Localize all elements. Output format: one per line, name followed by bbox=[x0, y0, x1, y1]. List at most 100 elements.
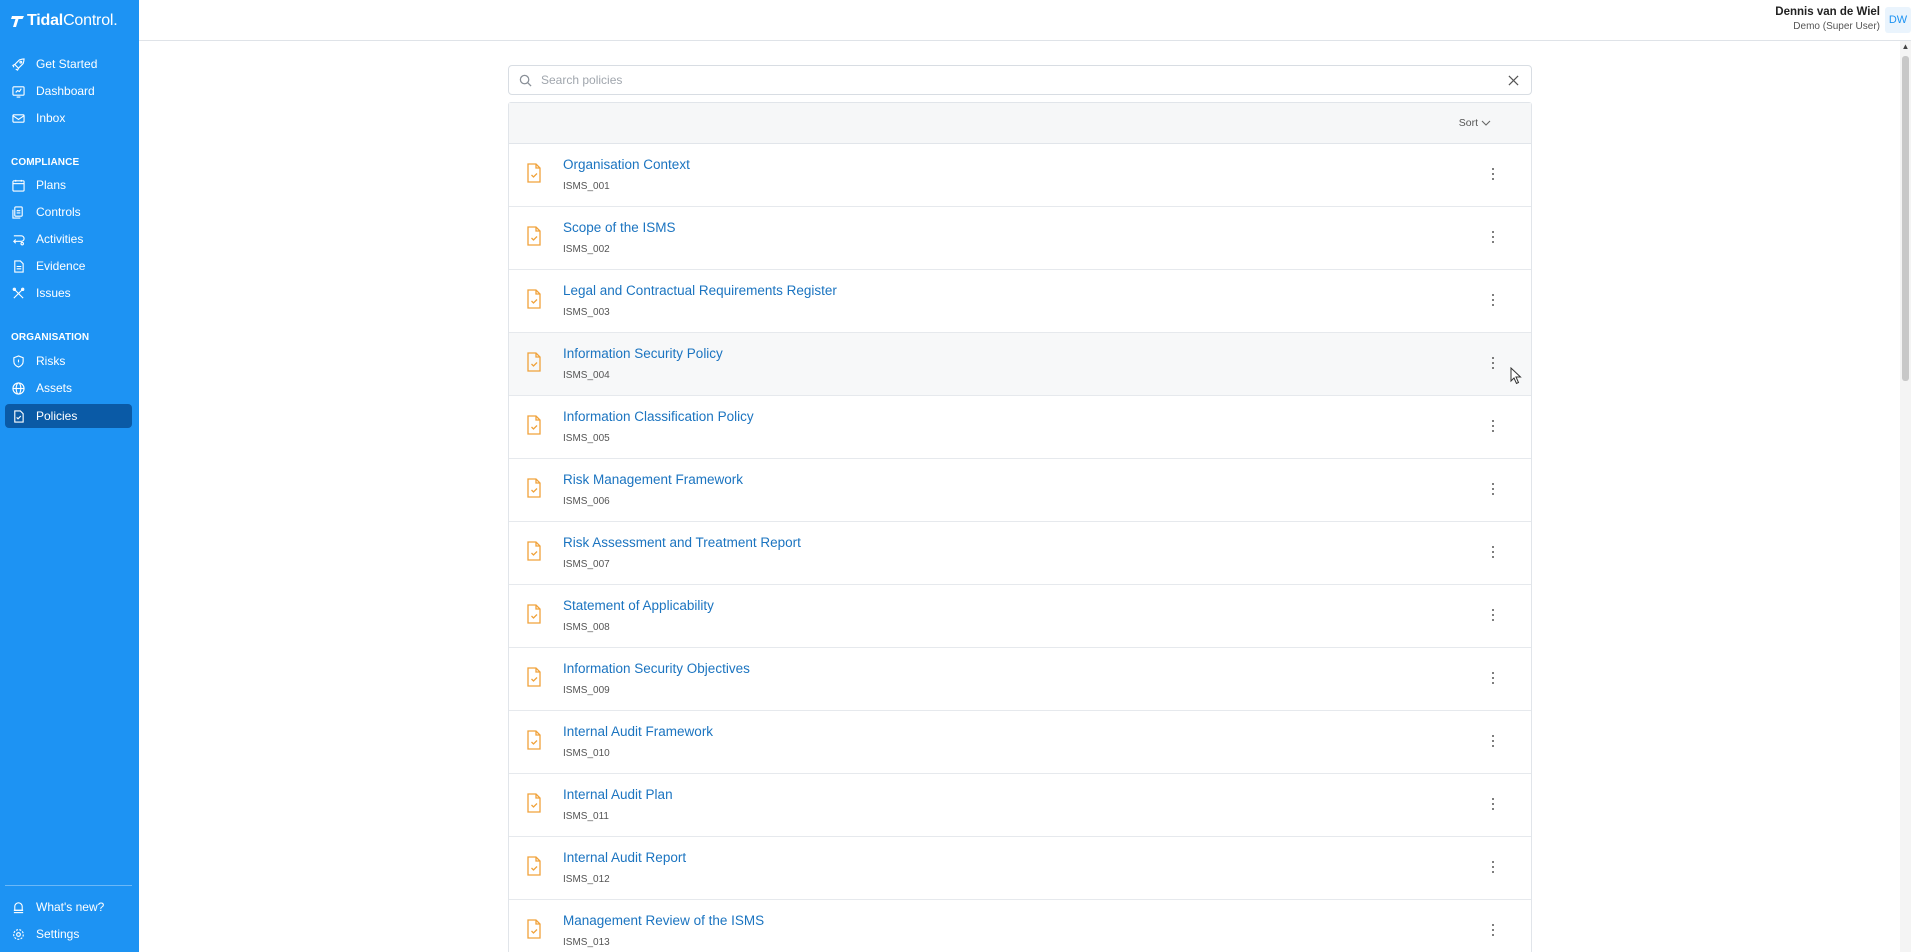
table-row[interactable]: Internal Audit Framework ISMS_010 bbox=[509, 711, 1531, 774]
activities-icon bbox=[13, 234, 25, 245]
sidebar-item-issues[interactable]: Issues bbox=[5, 281, 132, 305]
sidebar-item-label: Evidence bbox=[36, 259, 86, 273]
table-row[interactable]: Internal Audit Plan ISMS_011 bbox=[509, 774, 1531, 837]
policy-title[interactable]: Scope of the ISMS bbox=[563, 220, 676, 235]
search-box bbox=[508, 65, 1532, 95]
policy-document-icon bbox=[527, 604, 541, 624]
more-options-icon[interactable] bbox=[1490, 481, 1496, 497]
more-options-icon[interactable] bbox=[1490, 292, 1496, 308]
tidalcontrol-logo[interactable]: TidalControl. bbox=[11, 12, 118, 30]
scroll-up-arrow-icon[interactable]: ▲ bbox=[1901, 42, 1910, 51]
globe-icon bbox=[12, 381, 25, 395]
search-icon bbox=[519, 74, 532, 87]
policy-title[interactable]: Legal and Contractual Requirements Regis… bbox=[563, 283, 837, 298]
document-icon bbox=[14, 259, 24, 273]
more-options-icon[interactable] bbox=[1490, 355, 1496, 371]
sidebar-item-activities[interactable]: Activities bbox=[5, 227, 132, 251]
tools-icon bbox=[12, 287, 25, 299]
table-row[interactable]: Management Review of the ISMS ISMS_013 bbox=[509, 900, 1531, 952]
chevron-down-icon bbox=[1481, 120, 1491, 126]
policy-document-icon bbox=[527, 730, 541, 750]
more-options-icon[interactable] bbox=[1490, 922, 1496, 938]
policy-title[interactable]: Statement of Applicability bbox=[563, 598, 714, 613]
sidebar-item-whats-new[interactable]: What's new? bbox=[5, 895, 132, 919]
logo-text: TidalControl. bbox=[27, 12, 118, 29]
list-header: Sort bbox=[509, 103, 1531, 144]
scrollbar-thumb[interactable] bbox=[1902, 56, 1909, 381]
table-row[interactable]: Organisation Context ISMS_001 bbox=[509, 144, 1531, 207]
policy-title[interactable]: Organisation Context bbox=[563, 157, 690, 172]
user-name[interactable]: Dennis van de Wiel bbox=[1775, 6, 1880, 18]
policy-code: ISMS_007 bbox=[563, 559, 610, 570]
sidebar-item-risks[interactable]: Risks bbox=[5, 349, 132, 373]
policy-title[interactable]: Internal Audit Report bbox=[563, 850, 686, 865]
policy-document-icon bbox=[527, 478, 541, 498]
policy-code: ISMS_001 bbox=[563, 181, 610, 192]
avatar[interactable]: DW bbox=[1885, 7, 1911, 33]
policy-title[interactable]: Information Classification Policy bbox=[563, 409, 754, 424]
compliance-heading: COMPLIANCE bbox=[11, 157, 80, 168]
policy-title[interactable]: Management Review of the ISMS bbox=[563, 913, 764, 928]
policy-title[interactable]: Risk Assessment and Treatment Report bbox=[563, 535, 801, 550]
more-options-icon[interactable] bbox=[1490, 733, 1496, 749]
table-row[interactable]: Risk Assessment and Treatment Report ISMS… bbox=[509, 522, 1531, 585]
table-row[interactable]: Internal Audit Report ISMS_012 bbox=[509, 837, 1531, 900]
user-role: Demo (Super User) bbox=[1793, 21, 1880, 32]
more-options-icon[interactable] bbox=[1490, 166, 1496, 182]
policy-title[interactable]: Internal Audit Plan bbox=[563, 787, 673, 802]
policy-document-icon bbox=[527, 289, 541, 309]
policy-code: ISMS_008 bbox=[563, 622, 610, 633]
more-options-icon[interactable] bbox=[1490, 670, 1496, 686]
more-options-icon[interactable] bbox=[1490, 607, 1496, 623]
more-options-icon[interactable] bbox=[1490, 544, 1496, 560]
more-options-icon[interactable] bbox=[1490, 229, 1496, 245]
policy-icon bbox=[14, 409, 24, 423]
policy-title[interactable]: Information Security Policy bbox=[563, 346, 723, 361]
sidebar-item-policies[interactable]: Policies bbox=[5, 404, 132, 428]
policy-document-icon bbox=[527, 541, 541, 561]
more-options-icon[interactable] bbox=[1490, 796, 1496, 812]
table-row[interactable]: Risk Management Framework ISMS_006 bbox=[509, 459, 1531, 522]
sidebar-item-settings[interactable]: Settings bbox=[5, 922, 132, 946]
sidebar-item-plans[interactable]: Plans bbox=[5, 173, 132, 197]
sidebar-item-controls[interactable]: Controls bbox=[5, 200, 132, 224]
policy-code: ISMS_010 bbox=[563, 748, 610, 759]
policy-title[interactable]: Internal Audit Framework bbox=[563, 724, 713, 739]
top-bar: Dennis van de Wiel Demo (Super User) DW bbox=[139, 0, 1911, 41]
mouse-cursor-icon bbox=[1510, 367, 1522, 385]
table-row[interactable]: Scope of the ISMS ISMS_002 bbox=[509, 207, 1531, 270]
search-input[interactable] bbox=[541, 70, 1481, 90]
gear-icon bbox=[13, 928, 24, 940]
sort-label: Sort bbox=[1458, 117, 1478, 129]
sort-button[interactable]: Sort bbox=[1459, 117, 1491, 129]
table-row[interactable]: Information Classification Policy ISMS_00… bbox=[509, 396, 1531, 459]
policy-code: ISMS_011 bbox=[563, 811, 609, 822]
table-row[interactable]: Information Security Objectives ISMS_009 bbox=[509, 648, 1531, 711]
dashboard-icon bbox=[12, 85, 25, 98]
sidebar-item-dashboard[interactable]: Dashboard bbox=[5, 79, 132, 103]
policy-document-icon bbox=[527, 793, 541, 813]
more-options-icon[interactable] bbox=[1490, 859, 1496, 875]
policy-document-icon bbox=[527, 352, 541, 372]
sidebar-item-get-started[interactable]: Get Started bbox=[5, 52, 132, 76]
close-icon[interactable] bbox=[1508, 75, 1519, 86]
sidebar-item-assets[interactable]: Assets bbox=[5, 376, 132, 400]
sidebar-item-evidence[interactable]: Evidence bbox=[5, 254, 132, 278]
policy-code: ISMS_009 bbox=[563, 685, 610, 696]
sidebar-item-label: Dashboard bbox=[36, 84, 95, 98]
table-row[interactable]: Information Security Policy ISMS_004 bbox=[509, 333, 1531, 396]
policy-code: ISMS_012 bbox=[563, 874, 610, 885]
policy-document-icon bbox=[527, 415, 541, 435]
table-row[interactable]: Statement of Applicability ISMS_008 bbox=[509, 585, 1531, 648]
more-options-icon[interactable] bbox=[1490, 418, 1496, 434]
sidebar-item-label: Plans bbox=[36, 178, 67, 192]
calendar-icon bbox=[12, 179, 25, 192]
policy-title[interactable]: Risk Management Framework bbox=[563, 472, 743, 487]
sidebar-item-inbox[interactable]: Inbox bbox=[5, 106, 132, 130]
sidebar-item-label: Settings bbox=[36, 927, 80, 941]
policy-document-icon bbox=[527, 919, 541, 939]
table-row[interactable]: Legal and Contractual Requirements Regis… bbox=[509, 270, 1531, 333]
sidebar-item-label: Inbox bbox=[36, 111, 66, 125]
sidebar-item-label: Policies bbox=[36, 409, 78, 423]
policy-title[interactable]: Information Security Objectives bbox=[563, 661, 750, 676]
